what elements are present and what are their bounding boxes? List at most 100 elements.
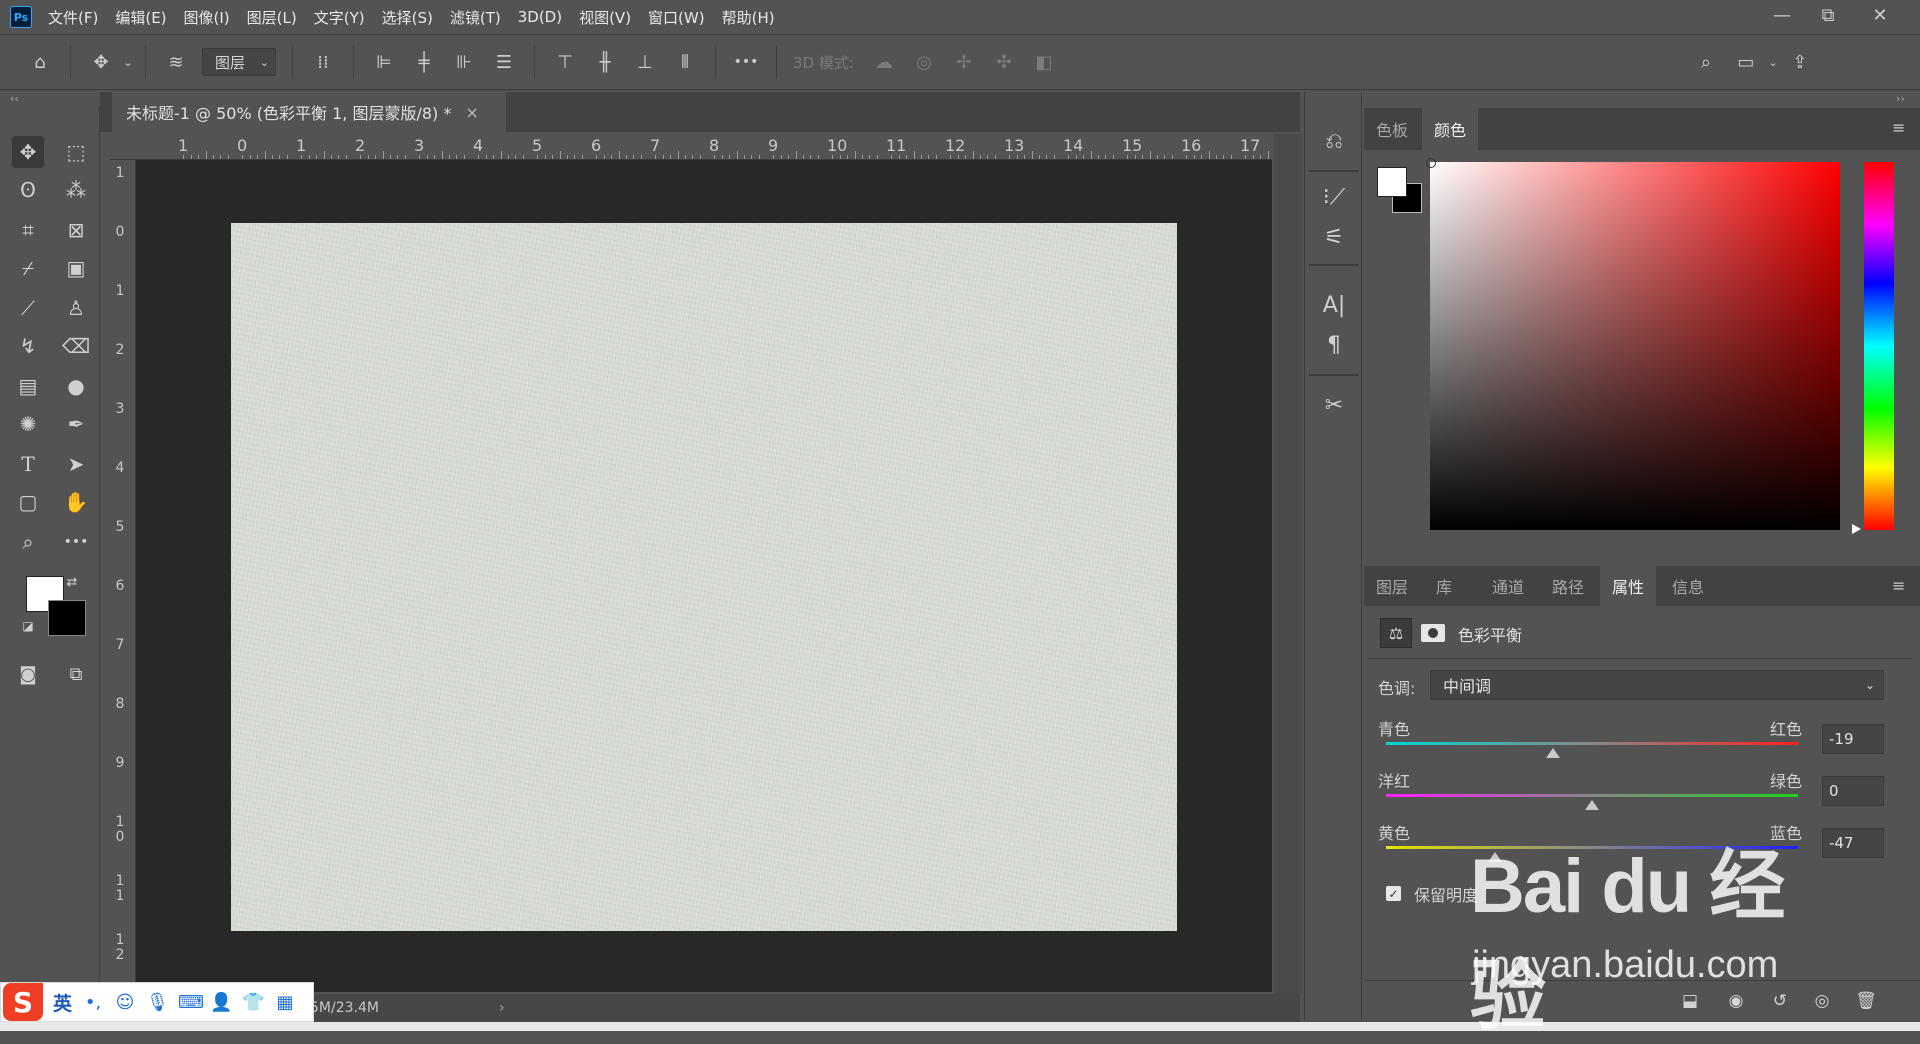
hue-slider-marker[interactable] bbox=[1852, 524, 1861, 534]
magenta-green-slider[interactable] bbox=[1386, 794, 1798, 797]
align-left-icon[interactable]: ⊫ bbox=[370, 48, 398, 76]
skin-icon[interactable]: 👕 bbox=[242, 992, 264, 1013]
layer-mask-icon[interactable] bbox=[1418, 618, 1448, 648]
frame-icon[interactable]: ⊠ bbox=[60, 214, 92, 246]
gradient-icon[interactable]: ▤ bbox=[12, 370, 44, 402]
microphone-icon[interactable]: 🎙 bbox=[146, 992, 169, 1013]
yellow-blue-value-input[interactable]: -47 bbox=[1822, 828, 1884, 858]
view-previous-state-icon[interactable]: ◉ bbox=[1722, 988, 1750, 1014]
dodge-icon[interactable]: ✺ bbox=[12, 408, 44, 440]
spot-healing-icon[interactable]: ▣ bbox=[60, 252, 92, 284]
magenta-green-value-input[interactable]: 0 bbox=[1822, 776, 1884, 806]
align-top-icon[interactable]: ⊤ bbox=[551, 48, 579, 76]
zoom-icon[interactable]: ⌕ bbox=[12, 526, 44, 558]
shape-icon[interactable]: ▢ bbox=[12, 486, 44, 518]
hand-icon[interactable]: ✋ bbox=[60, 486, 92, 518]
panel-menu-icon[interactable]: ≡ bbox=[1892, 118, 1905, 137]
menu-filter[interactable]: 滤镜(T) bbox=[450, 7, 501, 28]
blur-icon[interactable]: ● bbox=[60, 370, 92, 402]
chevron-right-icon[interactable]: › bbox=[499, 1000, 505, 1016]
type-tool-icon[interactable]: T bbox=[12, 448, 44, 480]
magenta-green-slider-thumb[interactable] bbox=[1585, 800, 1599, 810]
align-bottom-icon[interactable]: ⊥ bbox=[631, 48, 659, 76]
ime-punctuation-toggle[interactable]: •, bbox=[82, 992, 104, 1013]
background-color-swatch[interactable] bbox=[48, 600, 86, 636]
menu-type[interactable]: 文字(Y) bbox=[314, 7, 365, 28]
align-horizontal-center-icon[interactable]: ╪ bbox=[410, 48, 438, 76]
rectangular-marquee-icon[interactable]: ⬚ bbox=[60, 136, 92, 168]
distribute-vertical-icon[interactable]: ☰ bbox=[490, 48, 518, 76]
align-vertical-center-icon[interactable]: ╫ bbox=[591, 48, 619, 76]
3d-slide-icon[interactable]: ✣ bbox=[990, 48, 1018, 76]
3d-pan-icon[interactable]: ✢ bbox=[950, 48, 978, 76]
history-brush-icon[interactable]: ↯ bbox=[12, 330, 44, 362]
menu-image[interactable]: 图像(I) bbox=[184, 7, 230, 28]
saturation-brightness-field[interactable] bbox=[1430, 162, 1840, 530]
clone-stamp-icon[interactable]: ♙ bbox=[60, 292, 92, 324]
eyedropper-icon[interactable]: ⌿ bbox=[12, 252, 44, 284]
toolbox-icon[interactable]: ▦ bbox=[274, 992, 296, 1013]
default-colors-icon[interactable]: ◪ bbox=[20, 618, 36, 634]
history-icon[interactable]: ⎌ bbox=[1317, 124, 1351, 158]
screen-mode-icon[interactable]: ⧉ bbox=[60, 658, 92, 690]
hue-slider[interactable] bbox=[1864, 162, 1894, 530]
emoji-icon[interactable]: ☺ bbox=[114, 992, 136, 1013]
magic-wand-icon[interactable]: ⁂ bbox=[60, 174, 92, 206]
cyan-red-value-input[interactable]: -19 bbox=[1822, 724, 1884, 754]
menu-select[interactable]: 选择(S) bbox=[382, 7, 433, 28]
document-tab[interactable]: 未标题-1 @ 50% (色彩平衡 1, 图层蒙版/8) * × bbox=[112, 92, 506, 132]
more-options-button[interactable]: ••• bbox=[732, 48, 760, 76]
path-selection-icon[interactable]: ➤ bbox=[60, 448, 92, 480]
align-right-icon[interactable]: ⊪ bbox=[450, 48, 478, 76]
tone-select[interactable]: 中间调 ⌄ bbox=[1430, 670, 1884, 700]
minimize-button[interactable]: — bbox=[1760, 0, 1804, 30]
brush-icon[interactable]: ⟋ bbox=[12, 292, 44, 324]
reset-icon[interactable]: ↺ bbox=[1766, 988, 1794, 1014]
yellow-blue-slider[interactable] bbox=[1386, 846, 1798, 849]
transform-controls-icon[interactable]: ⁞⁞ bbox=[309, 48, 337, 76]
vertical-scrollbar[interactable] bbox=[1274, 134, 1302, 994]
cyan-red-slider-thumb[interactable] bbox=[1545, 748, 1560, 758]
3d-scale-icon[interactable]: ◧ bbox=[1030, 48, 1058, 76]
menu-3d[interactable]: 3D(D) bbox=[518, 8, 562, 26]
tab-libraries[interactable]: 库 bbox=[1424, 566, 1464, 606]
collapse-toolbar-icon[interactable]: ‹‹ bbox=[10, 92, 19, 105]
adjustments-icon[interactable]: ⚟ bbox=[1317, 220, 1351, 254]
preserve-luminosity-checkbox[interactable]: ✓ bbox=[1386, 886, 1401, 901]
tool-presets-icon[interactable]: ✂ bbox=[1317, 388, 1351, 422]
auto-select-layers-icon[interactable]: ≋ bbox=[162, 48, 190, 76]
visibility-eye-icon[interactable]: ◎ bbox=[1808, 988, 1836, 1014]
chevron-down-icon[interactable]: ⌄ bbox=[1766, 48, 1780, 76]
quick-mask-icon[interactable]: ◙ bbox=[12, 658, 44, 690]
tab-channels[interactable]: 通道 bbox=[1480, 566, 1536, 606]
ime-language-toggle[interactable]: 英 bbox=[53, 989, 72, 1016]
3d-roll-icon[interactable]: ◎ bbox=[910, 48, 938, 76]
user-icon[interactable]: 👤 bbox=[210, 992, 232, 1013]
sogou-logo-icon[interactable]: S bbox=[3, 983, 43, 1021]
move-tool-icon[interactable]: ✥ bbox=[12, 136, 44, 168]
chevron-down-icon[interactable]: ⌄ bbox=[121, 48, 135, 76]
panel-foreground-swatch[interactable] bbox=[1377, 167, 1407, 197]
swap-colors-icon[interactable]: ⇄ bbox=[62, 572, 82, 592]
move-tool-icon[interactable]: ✥ bbox=[87, 48, 115, 76]
search-icon[interactable]: ⌕ bbox=[1692, 48, 1720, 76]
paragraph-icon[interactable]: ¶ bbox=[1317, 328, 1351, 362]
eraser-icon[interactable]: ⌫ bbox=[60, 330, 92, 362]
document-canvas[interactable] bbox=[231, 223, 1177, 931]
menu-layer[interactable]: 图层(L) bbox=[247, 7, 297, 28]
workspace-icon[interactable]: ▭ bbox=[1732, 48, 1760, 76]
close-icon[interactable]: × bbox=[465, 103, 478, 122]
tab-info[interactable]: 信息 bbox=[1660, 566, 1716, 606]
share-icon[interactable]: ⇪ bbox=[1786, 48, 1814, 76]
distribute-horizontal-icon[interactable]: ⫴ bbox=[671, 48, 699, 76]
color-picker-marker[interactable] bbox=[1426, 158, 1436, 168]
panel-menu-icon[interactable]: ≡ bbox=[1892, 576, 1905, 595]
yellow-blue-slider-thumb[interactable] bbox=[1488, 852, 1503, 862]
trash-icon[interactable]: 🗑 bbox=[1852, 988, 1880, 1014]
menu-view[interactable]: 视图(V) bbox=[579, 7, 631, 28]
menu-edit[interactable]: 编辑(E) bbox=[115, 7, 166, 28]
keyboard-icon[interactable]: ⌨ bbox=[178, 992, 204, 1013]
tab-paths[interactable]: 路径 bbox=[1540, 566, 1596, 606]
crop-icon[interactable]: ⌗ bbox=[12, 214, 44, 246]
3d-orbit-icon[interactable]: ☁ bbox=[870, 48, 898, 76]
